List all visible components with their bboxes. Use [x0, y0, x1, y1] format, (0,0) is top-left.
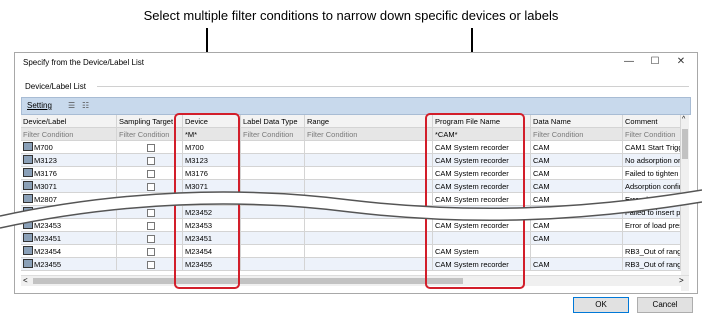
- column-header[interactable]: Label Data Type: [241, 115, 305, 128]
- sampling-target-checkbox[interactable]: [146, 157, 155, 166]
- horizontal-scroll-thumb[interactable]: [33, 278, 463, 284]
- group-divider: [97, 86, 689, 87]
- column-header[interactable]: Comment: [623, 115, 681, 128]
- device-label-text: M3123: [34, 156, 57, 165]
- device-label-dialog: Specify from the Device/Label List — ☐ ✕…: [14, 52, 698, 313]
- range-cell: [305, 167, 433, 180]
- sampling-target-checkbox[interactable]: [146, 144, 155, 153]
- maximize-button[interactable]: ☐: [647, 56, 663, 67]
- device-icon: [23, 246, 33, 255]
- device-label-cell: M23454: [21, 245, 117, 258]
- device-label-cell: M23455: [21, 258, 117, 271]
- sampling-target-checkbox[interactable]: [146, 261, 155, 270]
- column-header[interactable]: Data Name: [531, 115, 623, 128]
- collapse-all-icon[interactable]: ☷: [82, 101, 92, 110]
- label-data-type-cell: [241, 167, 305, 180]
- expand-all-icon[interactable]: ☰: [68, 101, 78, 110]
- filter-cell[interactable]: Filter Condition: [305, 128, 433, 141]
- device-label-text: M23455: [34, 260, 62, 269]
- device-label-text: M23454: [34, 247, 62, 256]
- vertical-scroll-thumb[interactable]: [682, 129, 688, 159]
- sampling-target-checkbox[interactable]: [146, 170, 155, 179]
- column-header[interactable]: Range: [305, 115, 433, 128]
- device-icon: [23, 259, 33, 268]
- range-cell: [305, 245, 433, 258]
- label-data-type-cell: [241, 154, 305, 167]
- cancel-button[interactable]: Cancel: [637, 297, 693, 313]
- ok-button[interactable]: OK: [573, 297, 629, 313]
- device-label-text: M3176: [34, 169, 57, 178]
- range-cell: [305, 141, 433, 154]
- device-label-cell: M3176: [21, 167, 117, 180]
- label-data-type-cell: [241, 141, 305, 154]
- label-data-type-cell: [241, 245, 305, 258]
- device-icon: [23, 142, 33, 151]
- group-label: Device/Label List: [25, 82, 86, 91]
- break-wave: [0, 189, 702, 229]
- comment-cell: No adsorption or ov: [623, 154, 681, 167]
- filter-cell[interactable]: Filter Condition: [531, 128, 623, 141]
- device-icon: [23, 168, 33, 177]
- data-name-cell: [531, 245, 623, 258]
- scroll-up-arrow-icon[interactable]: ^: [682, 116, 685, 123]
- device-icon: [23, 155, 33, 164]
- scroll-right-arrow-icon[interactable]: >: [679, 276, 684, 285]
- column-header[interactable]: Device/Label: [21, 115, 117, 128]
- close-button[interactable]: ✕: [673, 56, 689, 67]
- range-cell: [305, 258, 433, 271]
- comment-cell: Failed to tighten the: [623, 167, 681, 180]
- label-data-type-cell: [241, 258, 305, 271]
- device-label-cell: M700: [21, 141, 117, 154]
- device-label-text: M700: [34, 143, 53, 152]
- filter-cell[interactable]: Filter Condition: [241, 128, 305, 141]
- scroll-left-arrow-icon[interactable]: <: [23, 276, 28, 285]
- data-name-cell: CAM: [531, 141, 623, 154]
- data-name-cell: CAM: [531, 154, 623, 167]
- data-name-cell: CAM: [531, 258, 623, 271]
- caption-text: Select multiple filter conditions to nar…: [143, 8, 559, 23]
- window-title: Specify from the Device/Label List: [23, 58, 144, 67]
- comment-cell: RB3_Out of range(: [623, 245, 681, 258]
- sampling-target-checkbox[interactable]: [146, 248, 155, 257]
- horizontal-scrollbar[interactable]: < >: [21, 275, 689, 286]
- filter-cell[interactable]: Filter Condition: [623, 128, 681, 141]
- grid-toolbar: Setting ☰ ☷: [21, 97, 691, 115]
- filter-cell[interactable]: Filter Condition: [21, 128, 117, 141]
- comment-cell: CAM1 Start Trigger: [623, 141, 681, 154]
- minimize-button[interactable]: —: [621, 56, 637, 67]
- range-cell: [305, 154, 433, 167]
- setting-button[interactable]: Setting: [27, 101, 52, 110]
- comment-cell: RB3_Out of range(: [623, 258, 681, 271]
- title-bar: Specify from the Device/Label List — ☐ ✕: [15, 53, 697, 73]
- data-name-cell: CAM: [531, 167, 623, 180]
- device-label-cell: M3123: [21, 154, 117, 167]
